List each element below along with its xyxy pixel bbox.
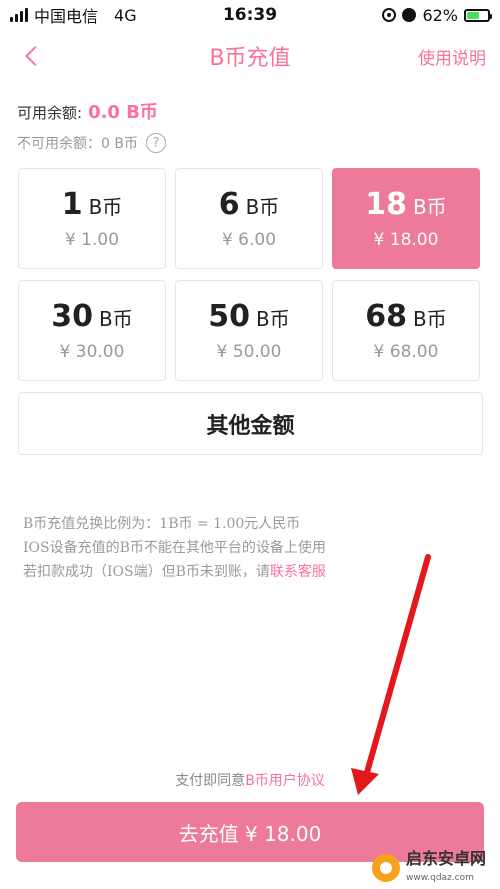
available-balance: 可用余额: 0.0 B币 <box>17 98 158 124</box>
battery-percent: 62% <box>422 5 458 25</box>
amount-grid: 1 B币 ¥ 1.00 6 B币 ¥ 6.00 18 B币 ¥ 18.00 30 B币 ¥ 30.00… <box>18 168 483 381</box>
amount-tile[interactable]: 1 B币 ¥ 1.00 <box>18 168 166 269</box>
tile-price: ¥ 6.00 <box>221 230 277 250</box>
tile-coin-count: 30 <box>51 299 93 334</box>
watermark-url: www.qdaz.com <box>406 872 474 883</box>
note-ratio: B币充值兑换比例为：1B币 = 1.00元人民币 <box>23 516 301 532</box>
tile-price: ¥ 18.00 <box>373 230 439 250</box>
tile-amount: 6 B币 <box>219 187 280 222</box>
tile-coin-unit: B币 <box>88 195 123 219</box>
tile-coin-unit: B币 <box>99 307 133 331</box>
note-ios: IOS设备充值的B币不能在其他平台的设备上使用 <box>23 540 326 556</box>
tile-coin-unit: B币 <box>413 307 447 331</box>
watermark-text: 启东安卓网 www.qdaz.com <box>406 848 487 886</box>
watermark-logo-icon <box>372 854 400 882</box>
question-icon[interactable]: ? <box>145 133 166 153</box>
amount-tile[interactable]: 18 B币 ¥ 18.00 <box>332 168 480 269</box>
available-balance-label: 可用余额: <box>17 104 83 122</box>
carrier-label: 中国电信 <box>34 7 99 26</box>
tile-price: ¥ 50.00 <box>216 342 282 362</box>
tile-coin-unit: B币 <box>413 195 447 219</box>
unavailable-balance: 不可用余额：0 B币 ? <box>17 133 166 153</box>
watermark-title: 启东安卓网 <box>406 848 487 868</box>
status-right: 62% <box>382 5 492 25</box>
note-support-text: 若扣款成功（IOS端）但B币未到账，请 <box>23 564 270 580</box>
tile-price: ¥ 68.00 <box>373 342 439 362</box>
tile-coin-count: 68 <box>365 299 407 334</box>
agreement-text: 支付即同意 <box>175 773 246 789</box>
tile-amount: 1 B币 <box>62 187 123 222</box>
amount-tile[interactable]: 68 B币 ¥ 68.00 <box>332 280 480 381</box>
tile-price: ¥ 30.00 <box>59 342 125 362</box>
other-amount-button[interactable]: 其他金额 <box>18 392 483 455</box>
user-agreement-link[interactable]: B币用户协议 <box>245 773 325 789</box>
tile-amount: 68 B币 <box>365 299 446 334</box>
recharge-notes: B币充值兑换比例为：1B币 = 1.00元人民币 IOS设备充值的B币不能在其他… <box>23 512 326 584</box>
contact-support-link[interactable]: 联系客服 <box>270 564 326 580</box>
agreement: 支付即同意B币用户协议 <box>0 770 500 790</box>
network-label: 4G <box>114 5 137 25</box>
signal-icon <box>10 8 28 22</box>
tile-amount: 50 B币 <box>208 299 289 334</box>
status-bar: 中国电信 4G 16:39 62% <box>0 0 500 30</box>
tile-coin-count: 18 <box>365 187 407 222</box>
status-left: 中国电信 4G <box>10 3 137 27</box>
rotation-lock-icon <box>382 8 397 22</box>
amount-tile[interactable]: 50 B币 ¥ 50.00 <box>175 280 323 381</box>
amount-tile[interactable]: 30 B币 ¥ 30.00 <box>18 280 166 381</box>
watermark: 启东安卓网 www.qdaz.com <box>372 850 498 886</box>
unavailable-balance-label: 不可用余额：0 B币 <box>17 136 138 152</box>
help-link[interactable]: 使用说明 <box>418 44 486 69</box>
amount-tile[interactable]: 6 B币 ¥ 6.00 <box>175 168 323 269</box>
tile-coin-count: 1 <box>61 187 83 222</box>
alarm-icon <box>402 8 417 22</box>
available-balance-value: 0.0 B币 <box>88 102 158 123</box>
tile-coin-unit: B币 <box>245 195 280 219</box>
tile-coin-count: 6 <box>218 187 240 222</box>
tile-coin-unit: B币 <box>256 307 290 331</box>
note-support: 若扣款成功（IOS端）但B币未到账，请联系客服 <box>23 560 326 584</box>
battery-fill <box>467 11 480 19</box>
battery-icon <box>464 8 492 22</box>
nav-bar: B币充值 使用说明 <box>0 30 500 82</box>
arrow-shaft <box>363 554 431 779</box>
tile-amount: 18 B币 <box>365 187 446 222</box>
tile-amount: 30 B币 <box>51 299 132 334</box>
tile-coin-count: 50 <box>208 299 250 334</box>
tile-price: ¥ 1.00 <box>64 230 120 250</box>
